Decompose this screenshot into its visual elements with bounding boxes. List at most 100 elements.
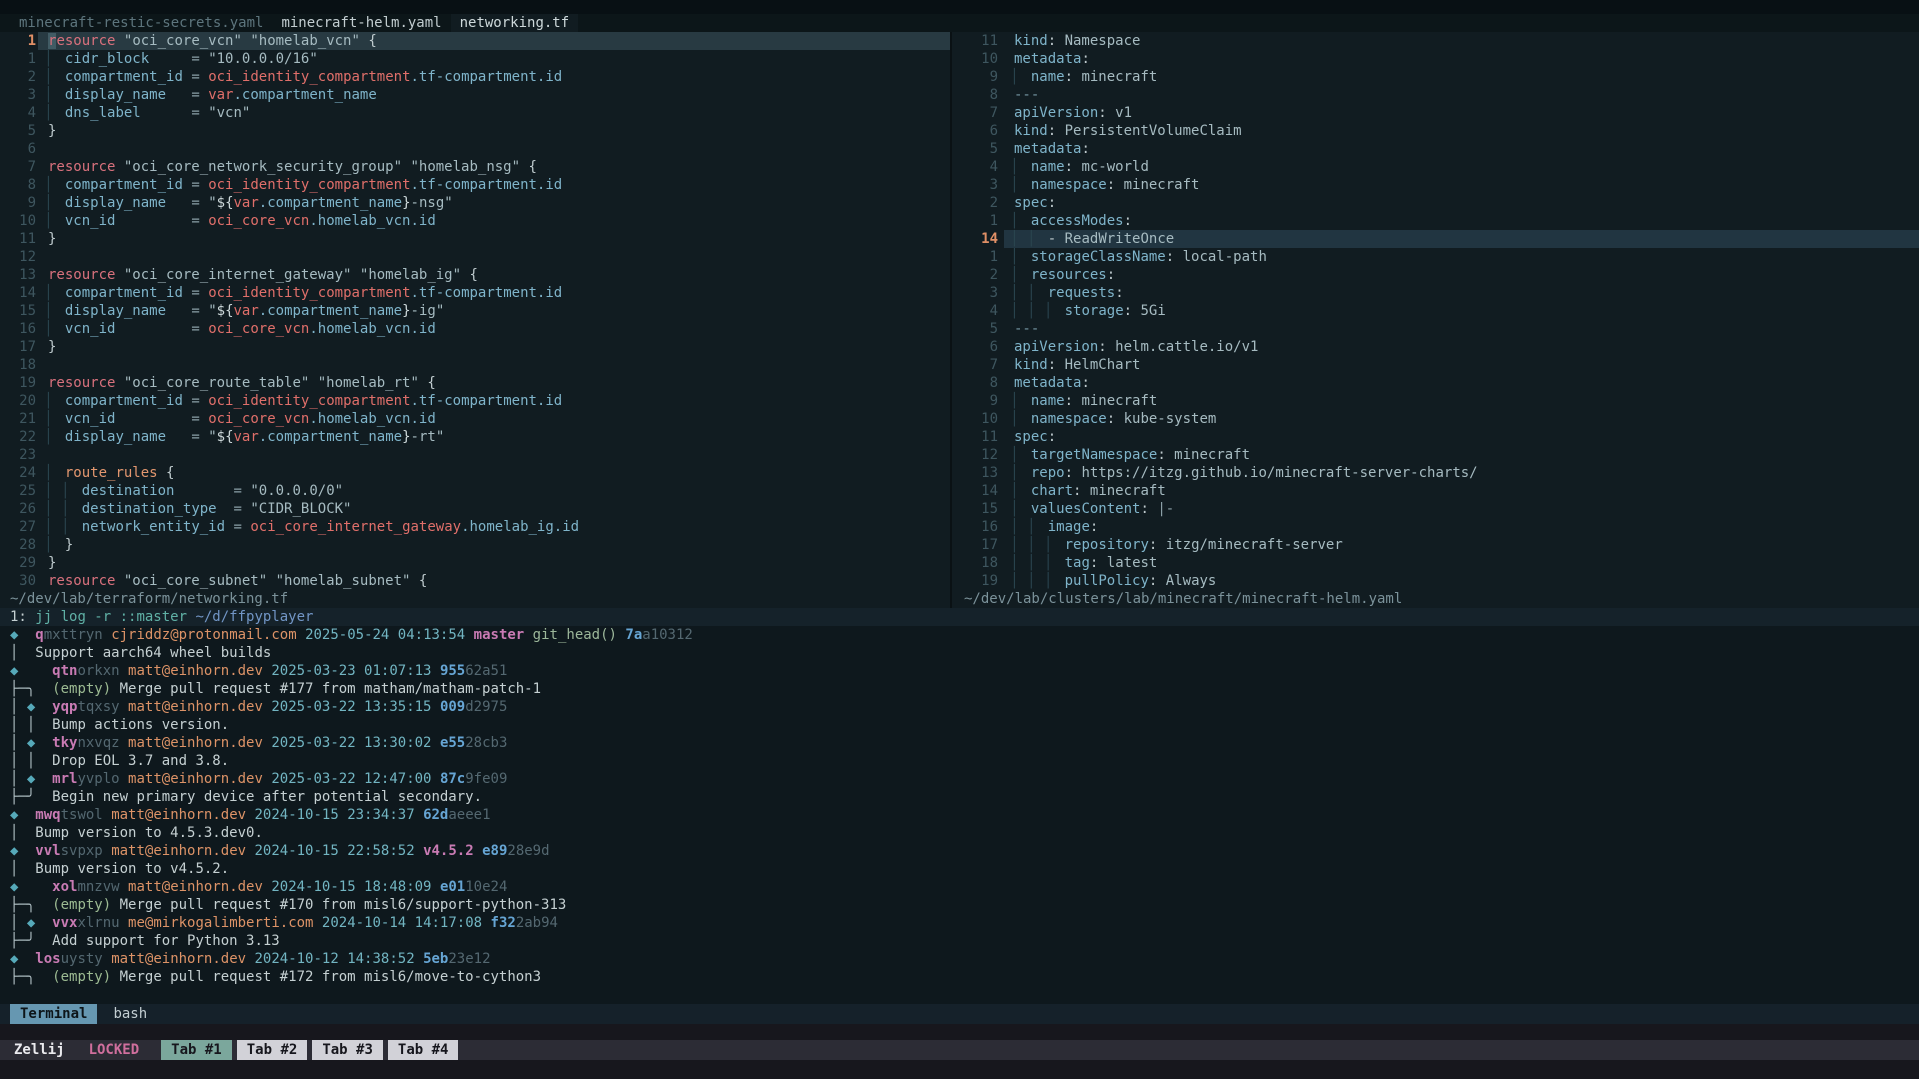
code-line[interactable]: 7kind: HelmChart [952, 356, 1919, 374]
buffer-tab-networking.tf[interactable]: networking.tf [451, 14, 579, 32]
code-line[interactable]: 17▏ ▏ ▏ repository: itzg/minecraft-serve… [952, 536, 1919, 554]
code-line[interactable]: 10▏ namespace: kube-system [952, 410, 1919, 428]
indent-guide: ▏ [1048, 303, 1056, 319]
code-line[interactable]: 6apiVersion: helm.cattle.io/v1 [952, 338, 1919, 356]
code-line[interactable]: 11kind: Namespace [952, 32, 1919, 50]
code-line[interactable]: 14▏ compartment_id = oci_identity_compar… [0, 284, 950, 302]
code-line[interactable]: 1▏ accessModes: [952, 212, 1919, 230]
code-line[interactable]: 16▏ vcn_id = oci_core_vcn.homelab_vcn.id [0, 320, 950, 338]
code-area-left[interactable]: 1resource "oci_core_vcn" "homelab_vcn" {… [0, 32, 950, 590]
log-line: │ │ Bump actions version. [0, 716, 1919, 734]
code-line[interactable]: 20▏ compartment_id = oci_identity_compar… [0, 392, 950, 410]
pane-tab-bar: Terminal bash [0, 1004, 1919, 1024]
buffer-tab-minecraft-helm.yaml[interactable]: minecraft-helm.yaml [272, 14, 450, 32]
code-line[interactable]: 18 [0, 356, 950, 374]
code-line[interactable]: 3▏ ▏ requests: [952, 284, 1919, 302]
editor-pane-minecraft-helm-yaml: 11kind: Namespace10metadata:9▏ name: min… [952, 32, 1919, 608]
code-line[interactable]: 22▏ display_name = "${var.compartment_na… [0, 428, 950, 446]
code-line[interactable]: 16▏ ▏ image: [952, 518, 1919, 536]
code-line[interactable]: 11spec: [952, 428, 1919, 446]
mode-indicator-locked: LOCKED [89, 1041, 140, 1059]
code-line[interactable]: 27▏ ▏ network_entity_id = oci_core_inter… [0, 518, 950, 536]
code-line[interactable]: 13resource "oci_core_internet_gateway" "… [0, 266, 950, 284]
code-line[interactable]: 28▏ } [0, 536, 950, 554]
code-line[interactable]: 5} [0, 122, 950, 140]
code-line[interactable]: 8▏ compartment_id = oci_identity_compart… [0, 176, 950, 194]
terminal-tab[interactable]: Terminal [10, 1004, 97, 1024]
line-number: 3 [964, 176, 998, 194]
code-line[interactable]: 3▏ display_name = var.compartment_name [0, 86, 950, 104]
code-area-right[interactable]: 11kind: Namespace10metadata:9▏ name: min… [952, 32, 1919, 590]
code-line[interactable]: 9▏ name: minecraft [952, 68, 1919, 86]
code-line[interactable]: 11} [0, 230, 950, 248]
code-line[interactable]: 26▏ ▏ destination_type = "CIDR_BLOCK" [0, 500, 950, 518]
code-line[interactable]: 14▏ chart: minecraft [952, 482, 1919, 500]
code-line[interactable]: 17} [0, 338, 950, 356]
line-number: 19 [10, 374, 36, 392]
code-line[interactable]: 18▏ ▏ ▏ tag: latest [952, 554, 1919, 572]
code-line[interactable]: 6 [0, 140, 950, 158]
code-line[interactable]: 12 [0, 248, 950, 266]
code-line[interactable]: 15▏ valuesContent: |- [952, 500, 1919, 518]
code-line[interactable]: 25▏ ▏ destination = "0.0.0.0/0" [0, 482, 950, 500]
line-number: 29 [10, 554, 36, 572]
code-line[interactable]: 1▏ storageClassName: local-path [952, 248, 1919, 266]
code-line[interactable]: 19▏ ▏ ▏ pullPolicy: Always [952, 572, 1919, 590]
indent-guide: ▏ [1048, 537, 1056, 553]
line-number: 8 [10, 176, 36, 194]
code-line[interactable]: 21▏ vcn_id = oci_core_vcn.homelab_vcn.id [0, 410, 950, 428]
code-line[interactable]: 15▏ display_name = "${var.compartment_na… [0, 302, 950, 320]
code-line[interactable]: 29} [0, 554, 950, 572]
line-number: 1 [964, 248, 998, 266]
code-line[interactable]: 7apiVersion: v1 [952, 104, 1919, 122]
code-line[interactable]: 8metadata: [952, 374, 1919, 392]
log-line: ├─╯ Add support for Python 3.13 [0, 932, 1919, 950]
zellij-tab-tab-3[interactable]: Tab #3 [312, 1040, 383, 1060]
terminal-prompt[interactable]: log file: [0, 986, 1919, 1004]
zellij-tab-tab-4[interactable]: Tab #4 [388, 1040, 459, 1060]
code-line[interactable]: 5--- [952, 320, 1919, 338]
code-line[interactable]: 2▏ compartment_id = oci_identity_compart… [0, 68, 950, 86]
code-line[interactable]: 9▏ display_name = "${var.compartment_nam… [0, 194, 950, 212]
log-line: │ ◆ yqptqxsy matt@einhorn.dev 2025-03-22… [0, 698, 1919, 716]
line-number: 11 [964, 32, 998, 50]
line-number: 2 [964, 194, 998, 212]
code-line[interactable]: 3▏ namespace: minecraft [952, 176, 1919, 194]
code-line[interactable]: 5metadata: [952, 140, 1919, 158]
code-line[interactable]: 19resource "oci_core_route_table" "homel… [0, 374, 950, 392]
line-number: 10 [964, 50, 998, 68]
code-line[interactable]: 10metadata: [952, 50, 1919, 68]
line-number: 4 [964, 158, 998, 176]
log-line: ◆ qmxttryn cjriddz@protonmail.com 2025-0… [0, 626, 1919, 644]
code-line[interactable]: 1▏ cidr_block = "10.0.0.0/16" [0, 50, 950, 68]
code-line[interactable]: 4▏ dns_label = "vcn" [0, 104, 950, 122]
code-line[interactable]: 4▏ ▏ ▏ storage: 5Gi [952, 302, 1919, 320]
code-line[interactable]: 8--- [952, 86, 1919, 104]
code-line[interactable]: 7resource "oci_core_network_security_gro… [0, 158, 950, 176]
code-line[interactable]: 30resource "oci_core_subnet" "homelab_su… [0, 572, 950, 590]
code-line[interactable]: 23 [0, 446, 950, 464]
log-line: │ Bump version to 4.5.3.dev0. [0, 824, 1919, 842]
code-line[interactable]: 9▏ name: minecraft [952, 392, 1919, 410]
code-line[interactable]: 6kind: PersistentVolumeClaim [952, 122, 1919, 140]
code-line[interactable]: 14▏ ▏ - ReadWriteOnce [952, 230, 1919, 248]
zellij-tab-tab-1[interactable]: Tab #1 [161, 1040, 232, 1060]
log-line: ├─╯ Begin new primary device after poten… [0, 788, 1919, 806]
code-line[interactable]: 1resource "oci_core_vcn" "homelab_vcn" { [0, 32, 950, 50]
log-line: ◆ vvlsvpxp matt@einhorn.dev 2024-10-15 2… [0, 842, 1919, 860]
line-number: 2 [10, 68, 36, 86]
code-line[interactable]: 24▏ route_rules { [0, 464, 950, 482]
line-number: 12 [10, 248, 36, 266]
log-line: ├─╮ (empty) Merge pull request #170 from… [0, 896, 1919, 914]
code-line[interactable]: 4▏ name: mc-world [952, 158, 1919, 176]
code-line[interactable]: 2spec: [952, 194, 1919, 212]
line-number: 5 [964, 140, 998, 158]
code-line[interactable]: 10▏ vcn_id = oci_core_vcn.homelab_vcn.id [0, 212, 950, 230]
code-line[interactable]: 13▏ repo: https://itzg.github.io/minecra… [952, 464, 1919, 482]
zellij-tab-tab-2[interactable]: Tab #2 [237, 1040, 308, 1060]
buffer-tab-minecraft-restic-secrets.yaml[interactable]: minecraft-restic-secrets.yaml [10, 14, 272, 32]
code-line[interactable]: 2▏ resources: [952, 266, 1919, 284]
terminal-pane-title: 1: jj log -r ::master ~/d/ffpyplayer [0, 608, 1919, 626]
code-line[interactable]: 12▏ targetNamespace: minecraft [952, 446, 1919, 464]
zellij-status-bar: Zellij LOCKED Tab #1Tab #2Tab #3Tab #4 [0, 1040, 1919, 1060]
